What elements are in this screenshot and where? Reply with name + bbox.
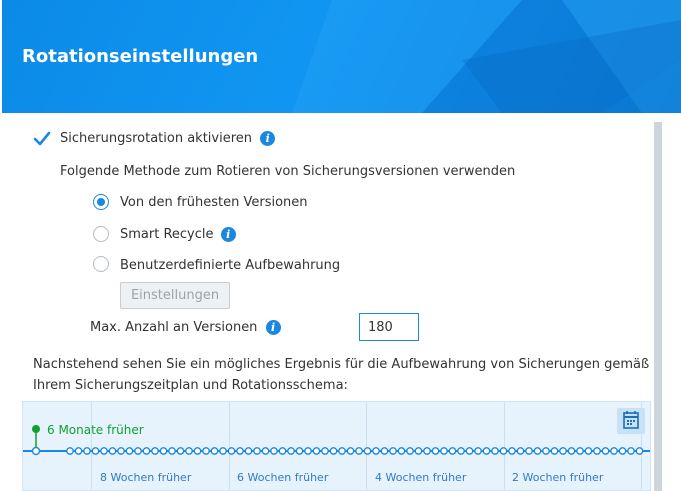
version-dot — [312, 447, 321, 455]
version-dot — [227, 447, 236, 455]
version-dot — [389, 447, 397, 455]
version-dot — [236, 447, 244, 455]
info-icon[interactable]: i — [265, 320, 281, 335]
radio-smart-recycle[interactable] — [93, 226, 109, 242]
version-dot — [567, 447, 576, 455]
retention-timeline: 6 Monate früher 8 Wochen früher 6 Wochen… — [22, 401, 651, 491]
retention-description: Nachstehend sehen Sie ein mögliches Erge… — [33, 357, 650, 393]
version-dot — [134, 447, 142, 455]
version-dot — [287, 447, 295, 455]
calendar-icon — [623, 411, 639, 429]
version-dot — [593, 447, 601, 455]
version-dot — [610, 447, 618, 455]
option-smart-recycle-label[interactable]: Smart Recycle — [120, 227, 214, 242]
version-dot — [261, 447, 270, 455]
version-dot — [482, 447, 491, 455]
version-dot — [193, 447, 202, 455]
version-dot — [465, 447, 474, 455]
version-dot — [125, 447, 134, 455]
version-dot — [525, 447, 533, 455]
calendar-button[interactable] — [617, 408, 645, 434]
version-dot — [363, 447, 372, 455]
timeline-week-label: 4 Wochen früher — [375, 471, 467, 484]
version-dot — [397, 447, 406, 455]
scrollbar-thumb[interactable] — [654, 122, 662, 491]
version-dot — [423, 447, 431, 455]
version-dot — [601, 447, 610, 455]
version-dot — [627, 447, 635, 455]
header-banner: Rotationseinstellungen — [2, 0, 681, 113]
settings-button[interactable]: Einstellungen — [120, 282, 230, 309]
version-dot — [508, 447, 516, 455]
version-dot — [550, 447, 559, 455]
version-dot — [499, 447, 508, 455]
start-marker — [32, 425, 40, 433]
option-earliest-label[interactable]: Von den frühesten Versionen — [120, 195, 308, 210]
version-dot — [210, 447, 219, 455]
version-dot — [542, 447, 550, 455]
version-dot — [448, 447, 457, 455]
version-dot — [618, 447, 627, 455]
version-dot — [304, 447, 312, 455]
version-dot — [151, 447, 159, 455]
version-dot — [516, 447, 525, 455]
version-dot — [414, 447, 423, 455]
version-dot — [83, 447, 91, 455]
radio-custom-retention[interactable] — [93, 256, 109, 272]
version-dot — [295, 447, 304, 455]
enable-rotation-checkbox[interactable] — [33, 130, 51, 148]
version-dot — [491, 447, 499, 455]
version-dot — [406, 447, 414, 455]
version-dot — [584, 447, 593, 455]
version-dot — [159, 447, 168, 455]
enable-rotation-label[interactable]: Sicherungsrotation aktivieren — [60, 131, 252, 146]
version-dot — [278, 447, 287, 455]
version-dot — [74, 447, 83, 455]
max-versions-input[interactable] — [359, 313, 419, 341]
version-dot — [253, 447, 261, 455]
version-dot — [321, 447, 329, 455]
version-dot — [355, 447, 363, 455]
timeline-week-label: 2 Wochen früher — [512, 471, 604, 484]
version-dot — [372, 447, 380, 455]
version-dot — [346, 447, 355, 455]
version-dot — [100, 447, 108, 455]
timeline-week-label: 6 Wochen früher — [237, 471, 329, 484]
version-dot — [117, 447, 125, 455]
version-dot — [474, 447, 482, 455]
timeline-start-label: 6 Monate früher — [47, 423, 144, 437]
method-label: Folgende Methode zum Rotieren von Sicher… — [60, 164, 516, 179]
version-dot — [576, 447, 584, 455]
timeline-week-label: 8 Wochen früher — [100, 471, 192, 484]
version-dot — [185, 447, 193, 455]
version-dot — [270, 447, 278, 455]
version-dot — [559, 447, 567, 455]
version-dot — [31, 446, 41, 456]
option-custom-label[interactable]: Benutzerdefinierte Aufbewahrung — [120, 258, 340, 273]
version-dot — [202, 447, 210, 455]
version-dot — [533, 447, 542, 455]
version-dot — [66, 447, 74, 455]
version-dot — [91, 447, 100, 455]
info-icon[interactable]: i — [220, 227, 236, 242]
dialog-title: Rotationseinstellungen — [22, 46, 259, 67]
version-dot — [329, 447, 338, 455]
version-dot — [244, 447, 253, 455]
checkmark-icon — [33, 131, 51, 146]
info-icon[interactable]: i — [260, 131, 276, 146]
version-dot — [176, 447, 185, 455]
version-dot — [219, 447, 227, 455]
version-dot — [168, 447, 176, 455]
dialog-content: Sicherungsrotation aktivieren i Folgende… — [2, 113, 681, 491]
version-dot — [457, 447, 465, 455]
radio-earliest-versions[interactable] — [93, 194, 109, 210]
version-dot — [635, 447, 644, 455]
max-versions-label: Max. Anzahl an Versionen — [90, 320, 258, 335]
version-dot — [431, 447, 440, 455]
version-dot — [108, 447, 117, 455]
version-dot — [380, 447, 389, 455]
version-dot — [142, 447, 151, 455]
version-dot — [440, 447, 448, 455]
version-dot — [338, 447, 346, 455]
